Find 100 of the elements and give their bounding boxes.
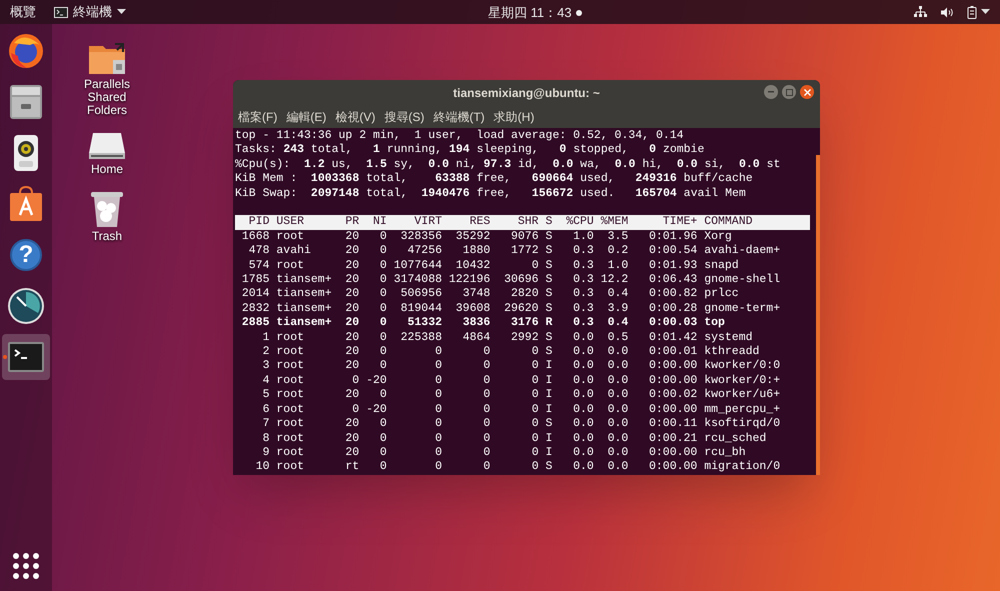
shared-folder-icon[interactable] [87, 40, 127, 76]
table-cell-text: 0.3 [572, 302, 594, 316]
close-icon [804, 88, 810, 96]
table-cell-text: 0:00.21 [648, 432, 698, 446]
table-cell-text: 0 [482, 460, 490, 475]
table-cell-text: root [275, 374, 305, 388]
table-cell-text: 39608 [454, 302, 490, 316]
table-cell-text: 20 [344, 330, 360, 346]
table-cell-text: -20 [365, 374, 387, 388]
table-cell: kworker/0:+ [704, 374, 780, 388]
trash-icon[interactable] [90, 190, 124, 228]
table-cell-text: 0.0 [572, 432, 594, 446]
minimize-button[interactable] [764, 85, 778, 99]
table-cell: top [704, 316, 725, 331]
table-cell-text: 3174088 [392, 273, 442, 288]
table-cell-text: 47256 [406, 244, 442, 259]
table-cell-text: 0:00.00 [648, 374, 698, 388]
table-cell-text: 51332 [406, 316, 442, 331]
show-applications-icon[interactable] [13, 553, 39, 579]
file-cabinet-icon [8, 83, 44, 121]
table-cell-text: I [544, 402, 552, 418]
table-cell-text: 0 [378, 417, 387, 432]
table-cell-text: 0.0 [572, 359, 594, 374]
activities-button[interactable]: 概覽 [8, 2, 38, 22]
desktop-icon-label[interactable]: Trash [72, 230, 142, 243]
table-cell-text: 0 [530, 388, 539, 403]
table-cell-text: 8 [262, 432, 270, 446]
summary-line: Tasks: 243 total, 1 running, 194 sleeping, 0 stopped, 0 zombie [235, 143, 706, 158]
help-icon: ? [10, 239, 42, 271]
table-cell: Xorg [704, 230, 732, 244]
table-cell: kworker/0:0 [704, 359, 780, 374]
table-cell-text: 4864 [462, 330, 490, 346]
table-cell-text: 0.3 [572, 316, 594, 331]
table-cell-text: root [275, 345, 305, 360]
column-header: PID [248, 215, 270, 230]
table-cell-text: 0.3 [572, 287, 594, 302]
desktop-icon-label[interactable]: Home [72, 163, 142, 176]
table-cell-text: 0:00.01 [648, 345, 698, 360]
table-cell-text: 0.5 [606, 330, 628, 346]
column-header: NI [372, 215, 387, 230]
table-cell-text: tiansem+ [275, 302, 332, 316]
table-cell-text: 0 [378, 460, 387, 475]
clock[interactable]: 星期四 11：43 [488, 3, 582, 22]
table-cell-text: 0:00.00 [648, 446, 698, 460]
table-cell-text: 10 [254, 460, 270, 475]
scrollbar[interactable] [816, 155, 820, 475]
table-cell-text: 3836 [462, 316, 490, 331]
table-cell-text: root [275, 359, 305, 374]
table-cell-text: root [275, 446, 305, 460]
caret-icon [117, 9, 126, 15]
table-cell-text: 0 [351, 374, 360, 388]
close-button[interactable] [800, 85, 814, 99]
table-cell: kthreadd [704, 345, 760, 360]
table-cell-text: 2885 [240, 316, 270, 331]
table-cell-text: 1880 [462, 244, 490, 259]
table-cell-text: 0 [434, 388, 442, 403]
table-cell-text: 5 [262, 388, 270, 403]
terminal-icon [54, 6, 68, 18]
table-cell-text: 0.2 [606, 244, 628, 259]
terminal-icon [8, 342, 44, 372]
table-cell-text: 0 [434, 460, 442, 475]
column-header: VIRT [413, 215, 442, 230]
menu-item[interactable]: 編輯(E) [286, 108, 326, 126]
table-cell: prlcc [704, 287, 739, 302]
table-cell-text: 0:00.28 [648, 302, 698, 316]
table-cell-text: 0 [378, 330, 387, 346]
table-cell-text: 2014 [240, 287, 270, 302]
table-cell-text: 0:01.42 [648, 330, 698, 346]
dock-item[interactable]: ? [2, 232, 50, 278]
column-header: SHR [516, 215, 539, 230]
desktop-icon-label[interactable]: Parallels Shared Folders [72, 78, 142, 117]
table-cell-text: 0 [482, 388, 490, 403]
network-icon[interactable] [914, 6, 927, 18]
menu-item[interactable]: 檔案(F) [238, 108, 278, 126]
summary-line: %Cpu(s): 1.2 us, 1.5 sy, 0.0 ni, 97.3 id, 0.0 wa, 0.0 hi, 0.0 si, 0.0 st [235, 158, 782, 172]
system-menu[interactable] [967, 6, 990, 18]
table-cell-text: 0.0 [572, 417, 594, 432]
table-cell-text: S [544, 273, 552, 288]
menu-item[interactable]: 終端機(T) [433, 108, 485, 126]
table-cell-text: 20 [344, 446, 360, 460]
table-cell-text: 0.0 [606, 417, 628, 432]
menu-item[interactable]: 檢視(V) [335, 108, 376, 126]
table-cell-text: 0.0 [572, 402, 594, 418]
app-menu[interactable]: 終端機 [54, 2, 126, 22]
table-cell-text: 0 [434, 417, 442, 432]
table-cell-text: 0:00.54 [648, 244, 698, 259]
menu-item[interactable]: 求助(H) [494, 108, 534, 126]
shopping-bag-icon [8, 185, 44, 223]
table-cell: ksoftirqd/0 [704, 417, 780, 432]
table-cell-text: 0 [378, 388, 387, 403]
table-cell-text: 0 [482, 359, 490, 374]
table-cell-text: 0 [482, 432, 490, 446]
table-cell-text: 20 [344, 258, 360, 274]
menu-item[interactable]: 搜尋(S) [384, 108, 424, 126]
table-cell-text: 0 [482, 402, 490, 418]
volume-icon[interactable] [941, 6, 953, 18]
table-cell-text: tiansem+ [275, 316, 332, 331]
table-cell-text: 20 [344, 287, 360, 302]
table-cell-text: 328356 [400, 230, 442, 244]
drive-icon[interactable] [87, 131, 127, 161]
